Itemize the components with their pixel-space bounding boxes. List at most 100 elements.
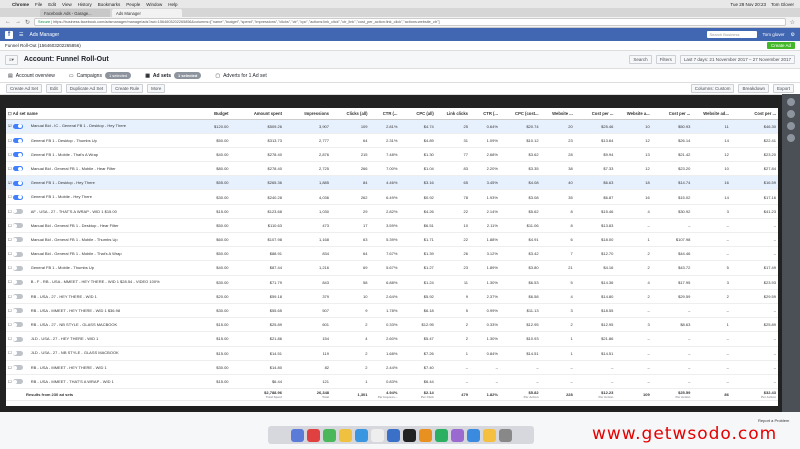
reload-icon[interactable]: ↻ <box>25 19 30 26</box>
col-impressions[interactable]: Impressions <box>283 108 332 120</box>
col-clicks[interactable]: Clicks (all) <box>331 108 370 120</box>
delivery-toggle[interactable] <box>12 223 23 229</box>
facebook-logo-icon[interactable]: f <box>5 30 13 39</box>
row-checkbox[interactable]: ☐ <box>8 166 13 171</box>
row-checkbox[interactable]: ☐ <box>8 251 13 256</box>
delivery-toggle[interactable] <box>12 123 23 129</box>
table-row[interactable]: ☐ General FB 1 - Mobile - That's A Wrap $… <box>6 147 778 163</box>
row-checkbox[interactable]: ☐ <box>8 379 13 384</box>
date-range-picker[interactable]: Last 7 days: 21 November 2017 – 27 Novem… <box>679 55 795 64</box>
row-checkbox[interactable]: ☐ <box>8 336 13 341</box>
col-cost-per-2[interactable]: Cost per ... <box>651 108 693 120</box>
ad-set-name-link[interactable]: RB - USA - MMEET - HEY THERE - WID 1 $36… <box>31 308 120 313</box>
create-ad-button[interactable]: Create Ad <box>766 42 795 49</box>
table-row[interactable]: ☐ RB - USA - 27 - HEY THERE - WID 1 $20.0… <box>6 289 778 304</box>
table-row[interactable]: ☐ Manual Bid - General FB 1 - Desktop - … <box>6 218 778 234</box>
table-row[interactable]: ☐ Manual Bid - General FB 1 - Mobile - T… <box>6 232 778 248</box>
col-name[interactable]: ☐ Ad set name <box>6 108 199 120</box>
ad-set-name-link[interactable]: General FB 1 - Desktop - Thumbs Up <box>31 138 97 143</box>
dock-app-icon[interactable] <box>386 428 400 442</box>
table-row[interactable]: ☐ General FB 1 - Mobile - Thumbs Up $40.0… <box>6 260 778 276</box>
breakdown-button[interactable]: Breakdown <box>738 84 769 93</box>
delivery-toggle[interactable] <box>12 152 23 158</box>
delivery-toggle[interactable] <box>12 350 23 356</box>
col-cost-per-3[interactable]: Cost per ... <box>730 108 778 120</box>
menu-icon[interactable]: ☰ <box>19 32 23 38</box>
menu-edit[interactable]: Edit <box>48 2 56 7</box>
table-row[interactable]: ☐ JLD - USA - 27 - HEY THERE - WID 1 $15.… <box>6 331 778 347</box>
ad-set-name-link[interactable]: JLD - USA - 27 - HEY THERE - WID 1 <box>31 336 99 341</box>
delivery-toggle[interactable] <box>12 138 23 143</box>
table-row[interactable]: ☐ RB - USA - MMEET - THAT'S A WRAP - WID… <box>6 374 778 390</box>
row-checkbox[interactable]: ☐ <box>8 152 13 157</box>
col-website-3[interactable]: Website ad... <box>692 108 731 120</box>
fb-user[interactable]: Tom glover <box>763 32 785 37</box>
delivery-toggle[interactable] <box>12 365 23 370</box>
edit-button[interactable]: Edit <box>46 84 62 93</box>
tab-ads[interactable]: ▢ Adverts for 1 Ad set <box>215 73 266 79</box>
dock-app-icon[interactable] <box>306 428 320 442</box>
row-checkbox[interactable]: ☑ <box>8 180 13 185</box>
row-checkbox[interactable]: ☐ <box>8 279 13 284</box>
table-row[interactable]: ☐ AF - USA - 27 - THAT'S A WRAP - WID 1 … <box>6 204 778 219</box>
row-checkbox[interactable]: ☐ <box>8 138 13 143</box>
menubar-user[interactable]: Tom Glover <box>771 2 794 7</box>
account-selector[interactable]: Funnel Roll-Out (1564603202265856) <box>5 43 81 48</box>
filters-button[interactable]: Filters <box>655 55 676 64</box>
row-checkbox[interactable]: ☐ <box>8 365 13 370</box>
table-row[interactable]: ☐ General FB 1 - Desktop - Thumbs Up $50.… <box>6 133 778 148</box>
ad-set-name-link[interactable]: Manual Bid - General FB 1 - Mobile - Hea… <box>31 166 116 171</box>
delivery-toggle[interactable] <box>12 279 23 285</box>
delivery-toggle[interactable] <box>12 294 23 300</box>
ad-set-name-link[interactable]: AF - USA - 27 - THAT'S A WRAP - WID 1 $1… <box>31 209 117 214</box>
row-checkbox[interactable]: ☐ <box>8 237 13 242</box>
delivery-toggle[interactable] <box>12 322 23 328</box>
dock-app-icon[interactable] <box>290 428 304 442</box>
row-checkbox[interactable]: ☐ <box>8 209 13 214</box>
row-checkbox[interactable]: ☐ <box>8 294 13 299</box>
col-cpc-link[interactable]: CPC (cost... <box>499 108 541 120</box>
delivery-toggle[interactable] <box>12 336 23 342</box>
col-budget[interactable]: Budget <box>198 108 231 120</box>
tab-ad-sets[interactable]: ▦ Ad sets 1 selected <box>145 72 202 79</box>
ad-set-name-link[interactable]: RB - USA - MMEET - HEY THERE - WID 1 <box>31 365 107 370</box>
ad-set-name-link[interactable]: General FB 1 - Mobile - That's A Wrap <box>31 152 98 157</box>
col-website-2[interactable]: Website a... <box>615 108 652 120</box>
table-row[interactable]: ☐ RB - USA - MMEET - HEY THERE - WID 1 $… <box>6 303 778 319</box>
row-checkbox[interactable]: ☑ <box>8 123 13 128</box>
dock-app-icon[interactable] <box>402 428 416 442</box>
search-button[interactable]: Search <box>629 55 652 64</box>
ad-set-name-link[interactable]: B - F - RB - USA - MMEET - HEY THERE - W… <box>31 279 160 284</box>
url-input[interactable]: Secure | https://business.facebook.com/a… <box>34 18 786 26</box>
business-search-input[interactable]: Search Business <box>706 31 757 38</box>
row-checkbox[interactable]: ☐ <box>8 308 13 313</box>
menu-help[interactable]: Help <box>168 2 177 7</box>
tab-account-overview[interactable]: ▤ Account overview <box>8 73 55 79</box>
row-checkbox[interactable]: ☐ <box>8 350 13 355</box>
ad-set-name-link[interactable]: RB - USA - 27 - HEY THERE - WID 1 <box>31 294 97 299</box>
tab-campaigns[interactable]: ▭ Campaigns 1 selected <box>69 72 132 79</box>
ad-set-name-link[interactable]: General FB 1 - Mobile - Hey There <box>31 194 92 199</box>
row-checkbox[interactable]: ☐ <box>8 223 13 228</box>
ad-set-name-link[interactable]: RB - USA - 27 - NB STYLE - GLASS MACBOOK <box>31 322 117 327</box>
delivery-toggle[interactable] <box>12 180 23 186</box>
menu-window[interactable]: Window <box>146 2 162 7</box>
menu-people[interactable]: People <box>126 2 140 7</box>
delivery-toggle[interactable] <box>12 379 23 385</box>
delivery-toggle[interactable] <box>12 265 23 271</box>
ad-set-name-link[interactable]: Manual Bid - General FB 1 - Mobile - Tha… <box>31 251 122 256</box>
ad-set-name-link[interactable]: RB - USA - MMEET - THAT'S A WRAP - WID 1 <box>31 379 114 384</box>
create-rule-button[interactable]: Create Rule <box>111 84 144 93</box>
select-all-checkbox[interactable]: ☐ <box>8 111 12 116</box>
duplicate-button[interactable]: Duplicate Ad Set <box>65 84 108 93</box>
delivery-toggle[interactable] <box>12 166 23 172</box>
filter-menu-icon[interactable]: ≡▾ <box>5 54 18 65</box>
table-row[interactable]: ☐ B - F - RB - USA - MMEET - HEY THERE -… <box>6 275 778 290</box>
table-row[interactable]: ☐ Manual Bid - General FB 1 - Mobile - T… <box>6 246 778 262</box>
delivery-toggle[interactable] <box>12 251 23 257</box>
report-problem-link[interactable]: Report a Problem <box>758 418 789 423</box>
table-row[interactable]: ☐ RB - USA - 27 - NB STYLE - GLASS MACBO… <box>6 317 778 333</box>
menu-chrome[interactable]: Chrome <box>12 2 29 7</box>
col-spend[interactable]: Amount spent <box>230 108 284 120</box>
export-button[interactable]: Export <box>772 84 794 93</box>
